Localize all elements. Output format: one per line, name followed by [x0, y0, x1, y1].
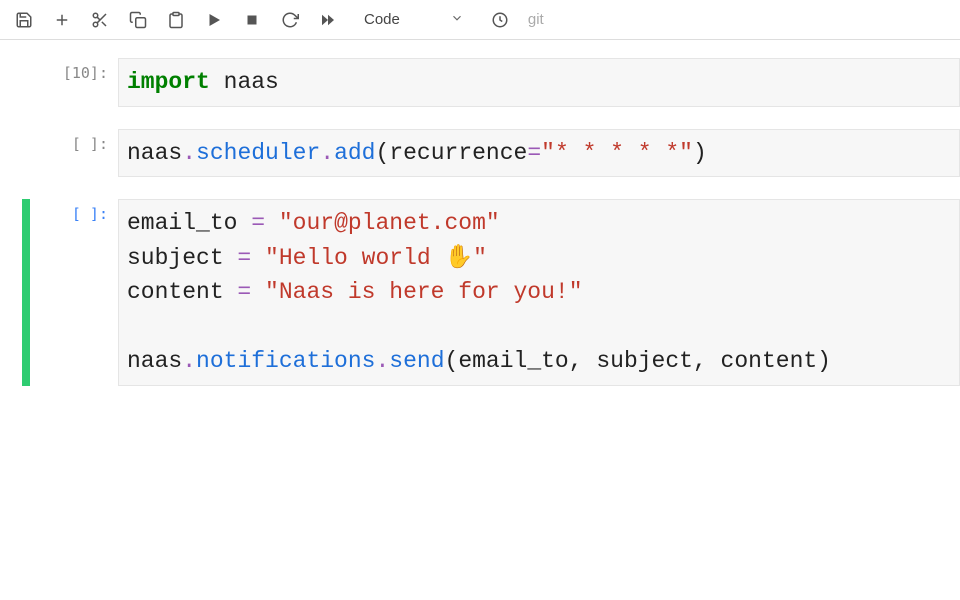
code-token: recurrence — [389, 140, 527, 166]
cell-type-label: Code — [364, 11, 400, 28]
code-token: = — [527, 140, 541, 166]
git-label[interactable]: git — [528, 11, 544, 28]
code-token: email_to, subject, content — [458, 348, 817, 374]
toolbar: Code git — [0, 0, 960, 40]
code-token: = — [237, 279, 251, 305]
code-token: import — [127, 69, 210, 95]
cell-run-indicator — [22, 199, 30, 386]
cut-icon[interactable] — [90, 10, 110, 30]
code-input[interactable]: naas.scheduler.add(recurrence="* * * * *… — [118, 129, 960, 178]
stop-icon[interactable] — [242, 10, 262, 30]
cell-prompt: [10]: — [30, 58, 118, 107]
code-input[interactable]: email_to = "our@planet.com" subject = "H… — [118, 199, 960, 386]
cell-type-select[interactable]: Code — [356, 9, 472, 31]
code-token: scheduler — [196, 140, 320, 166]
code-token — [251, 279, 265, 305]
restart-icon[interactable] — [280, 10, 300, 30]
code-token: ) — [817, 348, 831, 374]
code-token — [210, 69, 224, 95]
code-token: "Naas is here for you!" — [265, 279, 582, 305]
code-token: send — [389, 348, 444, 374]
code-cell[interactable]: [ ]:naas.scheduler.add(recurrence="* * *… — [0, 129, 960, 178]
notebook-area: [10]:import naas[ ]:naas.scheduler.add(r… — [0, 40, 960, 386]
code-token — [251, 245, 265, 271]
code-token: . — [182, 140, 196, 166]
code-token: subject — [127, 245, 237, 271]
kernel-status-icon[interactable] — [490, 10, 510, 30]
code-token: ( — [445, 348, 459, 374]
code-token — [265, 210, 279, 236]
code-token: "our@planet.com" — [279, 210, 500, 236]
code-token: "* * * * *" — [541, 140, 693, 166]
code-token: content — [127, 279, 237, 305]
code-token: = — [251, 210, 265, 236]
code-token: . — [320, 140, 334, 166]
add-cell-icon[interactable] — [52, 10, 72, 30]
chevron-down-icon — [450, 11, 464, 29]
code-token: naas — [127, 140, 182, 166]
code-cell[interactable]: [ ]:email_to = "our@planet.com" subject … — [0, 199, 960, 386]
cell-prompt: [ ]: — [30, 199, 118, 386]
paste-icon[interactable] — [166, 10, 186, 30]
code-input[interactable]: import naas — [118, 58, 960, 107]
code-token: add — [334, 140, 375, 166]
cell-run-indicator — [22, 129, 30, 178]
copy-icon[interactable] — [128, 10, 148, 30]
run-icon[interactable] — [204, 10, 224, 30]
code-token: "Hello world ✋" — [265, 245, 487, 271]
code-token: . — [182, 348, 196, 374]
code-token: naas — [224, 69, 279, 95]
run-all-icon[interactable] — [318, 10, 338, 30]
code-token: . — [375, 348, 389, 374]
code-token: ) — [693, 140, 707, 166]
save-icon[interactable] — [14, 10, 34, 30]
code-token: email_to — [127, 210, 251, 236]
code-token: naas — [127, 348, 182, 374]
code-cell[interactable]: [10]:import naas — [0, 58, 960, 107]
code-token: notifications — [196, 348, 375, 374]
code-token: = — [237, 245, 251, 271]
cell-prompt: [ ]: — [30, 129, 118, 178]
cell-run-indicator — [22, 58, 30, 107]
code-token: ( — [376, 140, 390, 166]
